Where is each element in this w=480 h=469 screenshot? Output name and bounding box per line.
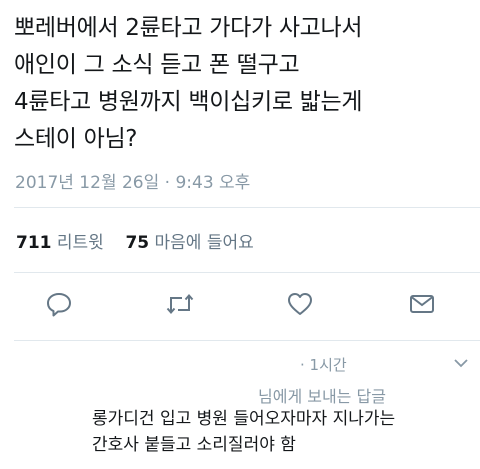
tweet-line: 4륜타고 병원까지 백이십키로 밟는게 (14, 89, 363, 115)
divider (14, 340, 480, 341)
reply-bubble-icon (47, 293, 71, 317)
tweet-stats: 711 리트윗 75 마음에 들어요 (16, 228, 254, 253)
reply-time: · 1시간 (300, 356, 347, 374)
tweet-line: 뽀레버에서 2륜타고 가다가 사고나서 (14, 15, 363, 41)
retweet-button[interactable] (166, 290, 194, 318)
tweet-timestamp[interactable]: 2017년 12월 26일 · 9:43 오후 (15, 168, 250, 193)
reply-button[interactable] (45, 290, 73, 318)
envelope-icon (410, 295, 434, 313)
share-button[interactable] (408, 290, 436, 318)
like-count[interactable]: 75 (125, 233, 149, 253)
divider (14, 272, 480, 273)
tweet-line: 애인이 그 소식 듣고 폰 떨구고 (14, 52, 300, 78)
tweet-line: 스테이 아님? (14, 126, 138, 152)
like-button[interactable] (286, 290, 314, 318)
heart-icon (288, 293, 312, 315)
tweet-text: 뽀레버에서 2륜타고 가다가 사고나서 애인이 그 소식 듣고 폰 떨구고 4륜… (14, 10, 474, 158)
reply-line: 간호사 붙들고 소리질러야 함 (92, 435, 296, 455)
reply-to-label[interactable]: 님에게 보내는 답글 (258, 383, 386, 407)
retweet-label[interactable]: 리트윗 (57, 233, 104, 253)
chevron-down-icon (454, 359, 468, 368)
retweet-icon (166, 293, 194, 315)
reply-line: 롱가디건 입고 병원 들어오자마자 지나가는 (92, 409, 396, 429)
reply-menu-button[interactable] (452, 354, 470, 372)
like-label[interactable]: 마음에 들어요 (155, 233, 254, 253)
tweet-actions (0, 290, 480, 318)
retweet-count[interactable]: 711 (16, 233, 52, 253)
divider (14, 207, 480, 208)
reply-text: 롱가디건 입고 병원 들어오자마자 지나가는 간호사 붙들고 소리질러야 함 (92, 406, 395, 458)
